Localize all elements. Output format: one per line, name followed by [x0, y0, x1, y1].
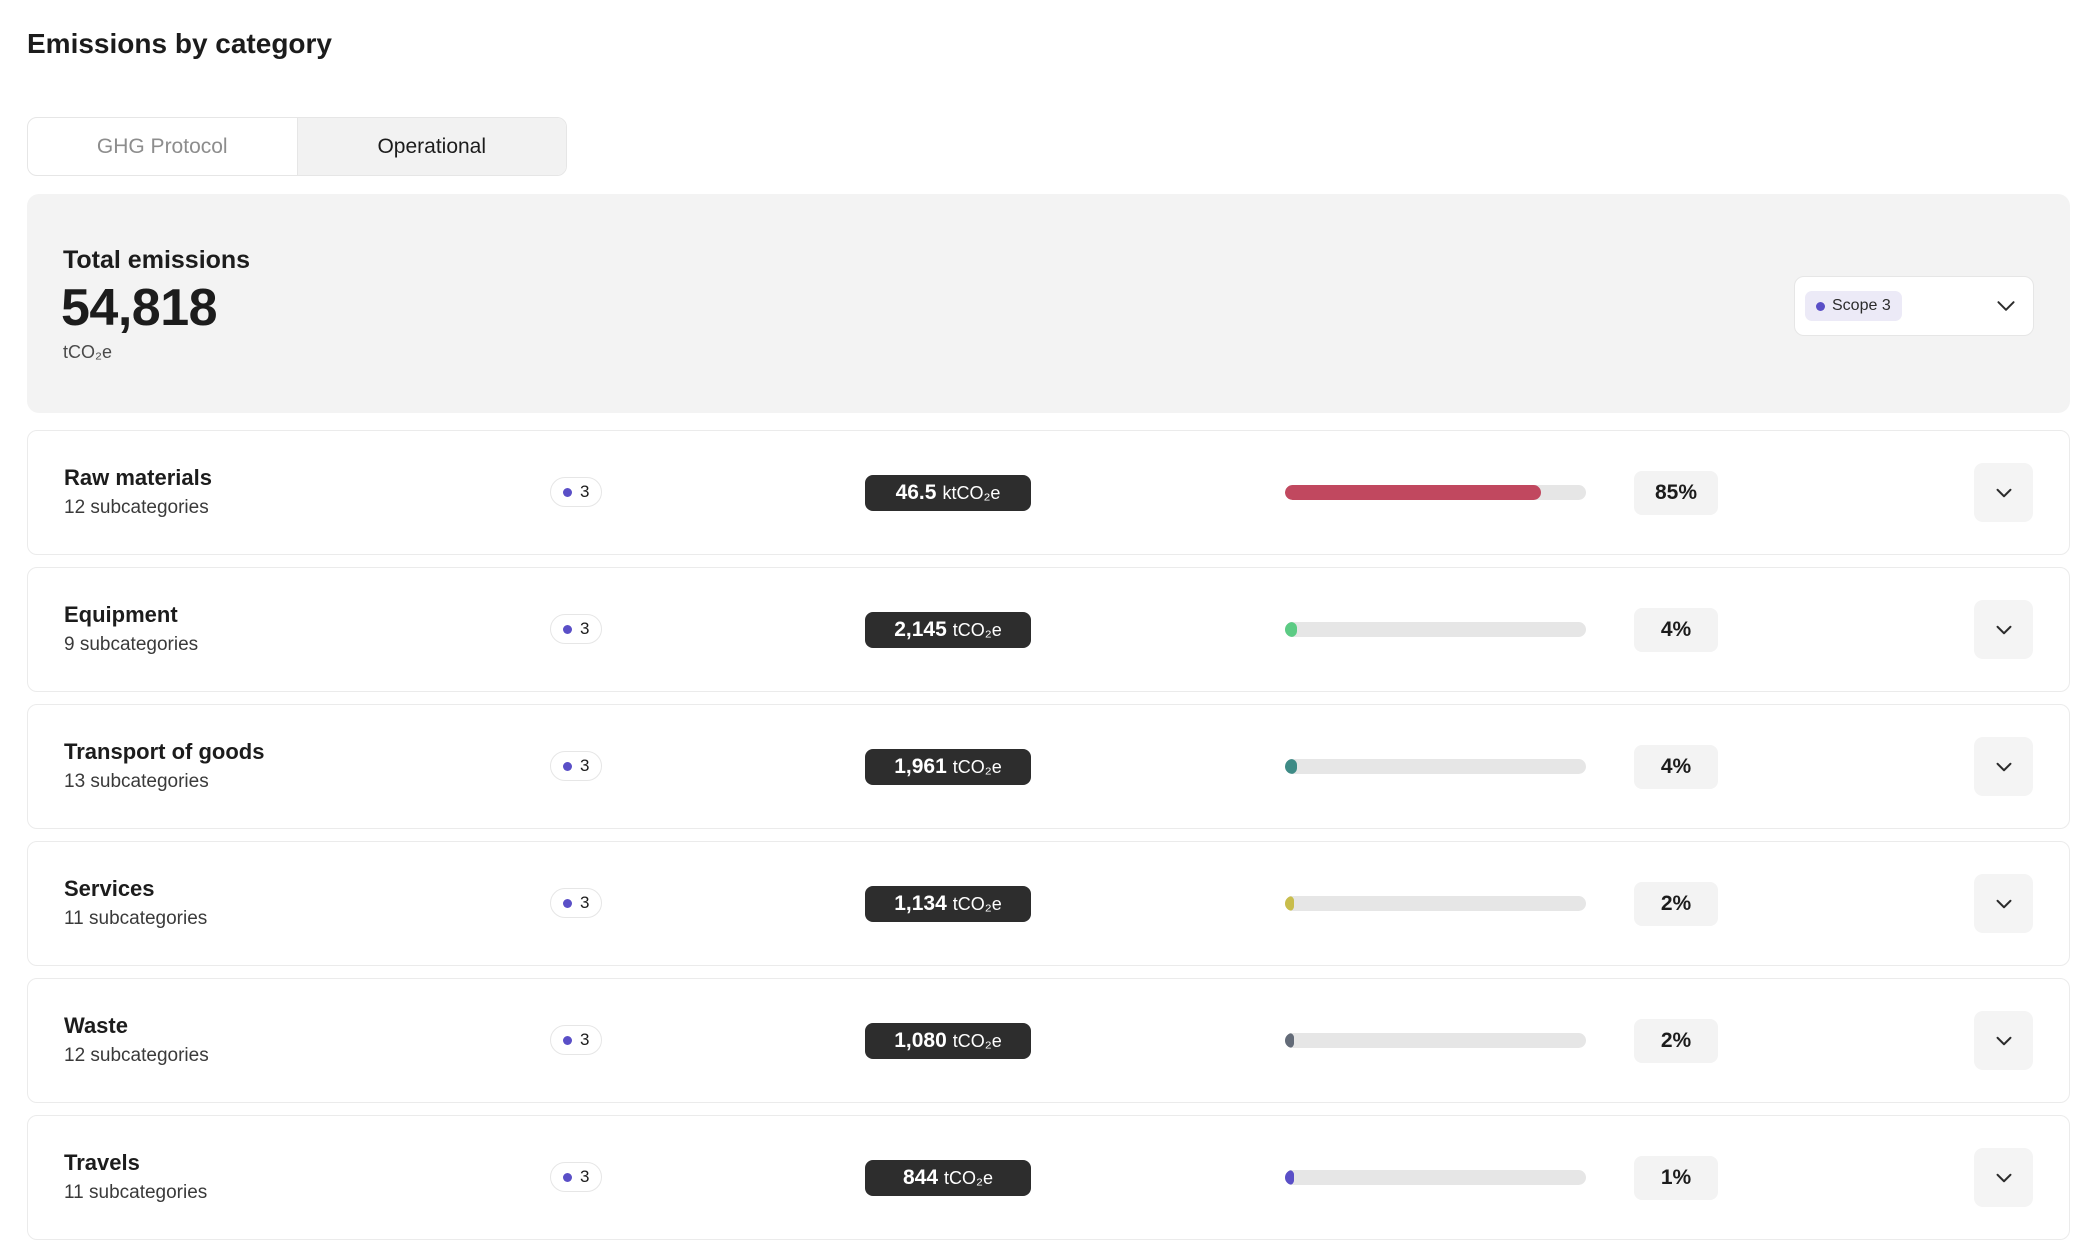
total-emissions-value: 54,818	[61, 279, 218, 337]
emissions-value-badge: 2,145 tCO₂e	[865, 612, 1031, 648]
scope-dot-icon	[1816, 301, 1825, 311]
share-bar-fill	[1285, 896, 1294, 911]
share-bar-fill	[1285, 1033, 1294, 1048]
tab-operational[interactable]: Operational	[296, 118, 566, 175]
share-percent: 4%	[1634, 608, 1718, 652]
scope-pill: 3	[550, 888, 603, 918]
scope-pill-value: 3	[580, 482, 590, 501]
share-bar-track	[1285, 1170, 1586, 1185]
chevron-down-icon	[1996, 488, 2011, 497]
share-bar-fill	[1285, 622, 1297, 637]
emissions-value-badge: 1,134 tCO₂e	[865, 886, 1031, 922]
category-subcategory-count: 9 subcategories	[64, 634, 199, 655]
total-emissions-label: Total emissions	[63, 246, 251, 274]
scope-pill-value: 3	[580, 756, 590, 775]
category-subcategory-count: 13 subcategories	[64, 771, 209, 792]
emissions-unit: tCO₂e	[952, 893, 1002, 914]
emissions-value: 844	[902, 1166, 939, 1189]
share-bar-track	[1285, 622, 1586, 637]
emissions-value: 1,134	[894, 892, 947, 915]
scope-pill: 3	[550, 751, 603, 781]
expand-row-button[interactable]	[1974, 463, 2033, 522]
category-row[interactable]: Transport of goods 13 subcategories 3 1,…	[27, 704, 2070, 829]
scope-pill: 3	[550, 614, 603, 644]
expand-row-button[interactable]	[1974, 1148, 2033, 1207]
emissions-value-badge: 46.5 ktCO₂e	[865, 475, 1031, 511]
category-name: Waste	[64, 1013, 128, 1038]
category-name: Raw materials	[64, 465, 212, 490]
category-subcategory-count: 11 subcategories	[64, 908, 208, 929]
scope-pill-value: 3	[580, 1030, 590, 1049]
emissions-unit: ktCO₂e	[942, 482, 1001, 503]
emissions-unit: tCO₂e	[952, 619, 1002, 640]
share-bar-track	[1285, 759, 1586, 774]
expand-row-button[interactable]	[1974, 737, 2033, 796]
category-name: Travels	[64, 1150, 140, 1175]
category-row[interactable]: Raw materials 12 subcategories 3 46.5 kt…	[27, 430, 2070, 555]
emissions-value: 1,080	[894, 1029, 947, 1052]
view-tabs: GHG Protocol Operational	[27, 117, 567, 176]
share-bar-fill	[1285, 759, 1297, 774]
scope-dot-icon	[563, 1172, 572, 1182]
scope-dot-icon	[563, 898, 572, 908]
category-subcategory-count: 11 subcategories	[64, 1182, 208, 1203]
share-percent: 2%	[1634, 882, 1718, 926]
chevron-down-icon	[1997, 301, 2015, 311]
category-name: Services	[64, 876, 155, 901]
emissions-value: 46.5	[895, 481, 937, 504]
scope-chip-label: Scope 3	[1832, 297, 1891, 314]
category-subcategory-count: 12 subcategories	[64, 497, 209, 518]
category-name: Transport of goods	[64, 739, 265, 764]
scope-pill: 3	[550, 1025, 603, 1055]
emissions-value-badge: 1,961 tCO₂e	[865, 749, 1031, 785]
share-percent: 2%	[1634, 1019, 1718, 1063]
share-bar-track	[1285, 485, 1586, 500]
scope-pill-value: 3	[580, 893, 590, 912]
scope-select[interactable]: Scope 3	[1794, 276, 2034, 336]
category-name: Equipment	[64, 602, 178, 627]
emissions-value-badge: 844 tCO₂e	[865, 1160, 1031, 1196]
emissions-unit: tCO₂e	[952, 1030, 1002, 1051]
chevron-down-icon	[1996, 899, 2011, 908]
page-title: Emissions by category	[27, 28, 333, 59]
chevron-down-icon	[1996, 1036, 2011, 1045]
share-percent: 1%	[1634, 1156, 1718, 1200]
category-row[interactable]: Travels 11 subcategories 3 844 tCO₂e 1%	[27, 1115, 2070, 1240]
total-emissions-unit: tCO₂e	[63, 342, 112, 362]
category-row[interactable]: Waste 12 subcategories 3 1,080 tCO₂e 2%	[27, 978, 2070, 1103]
chevron-down-icon	[1996, 1173, 2011, 1182]
share-percent: 85%	[1634, 471, 1718, 515]
category-row[interactable]: Services 11 subcategories 3 1,134 tCO₂e …	[27, 841, 2070, 966]
scope-dot-icon	[563, 761, 572, 771]
share-bar-track	[1285, 896, 1586, 911]
chevron-down-icon	[1996, 625, 2011, 634]
scope-dot-icon	[563, 487, 572, 497]
scope-chip: Scope 3	[1805, 291, 1902, 321]
share-bar-track	[1285, 1033, 1586, 1048]
scope-pill-value: 3	[580, 1167, 590, 1186]
scope-dot-icon	[563, 1035, 572, 1045]
emissions-unit: tCO₂e	[952, 756, 1002, 777]
expand-row-button[interactable]	[1974, 600, 2033, 659]
category-subcategory-count: 12 subcategories	[64, 1045, 209, 1066]
scope-pill-value: 3	[580, 619, 590, 638]
emissions-unit: tCO₂e	[944, 1167, 994, 1188]
emissions-value: 1,961	[894, 755, 947, 778]
share-bar-fill	[1285, 485, 1541, 500]
chevron-down-icon	[1996, 762, 2011, 771]
emissions-value: 2,145	[894, 618, 947, 641]
share-percent: 4%	[1634, 745, 1718, 789]
scope-pill: 3	[550, 1162, 603, 1192]
scope-pill: 3	[550, 477, 603, 507]
share-bar-fill	[1285, 1170, 1294, 1185]
category-row[interactable]: Equipment 9 subcategories 3 2,145 tCO₂e …	[27, 567, 2070, 692]
total-emissions-card: Total emissions 54,818 tCO₂e Scope 3	[27, 194, 2070, 413]
expand-row-button[interactable]	[1974, 1011, 2033, 1070]
emissions-value-badge: 1,080 tCO₂e	[865, 1023, 1031, 1059]
scope-dot-icon	[563, 624, 572, 634]
tab-ghg-protocol[interactable]: GHG Protocol	[28, 118, 297, 175]
expand-row-button[interactable]	[1974, 874, 2033, 933]
